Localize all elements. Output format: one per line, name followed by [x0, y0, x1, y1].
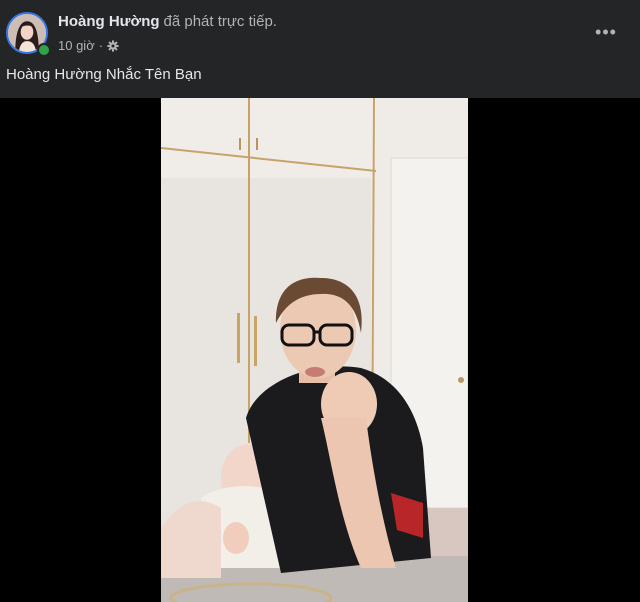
post-timestamp[interactable]: 10 giờ	[58, 38, 95, 53]
post-title-line: Hoàng Hường đã phát trực tiếp.	[58, 13, 277, 30]
post-header: Hoàng Hườngđã phát trực tiếp. 10 giờ ·	[0, 0, 640, 64]
author-name[interactable]: Hoàng Hường	[58, 13, 160, 30]
post-action-text: đã phát trực tiếp.	[163, 13, 277, 30]
online-status-dot	[37, 43, 51, 57]
video-still-image	[161, 98, 468, 602]
live-video-post: Hoàng Hườngđã phát trực tiếp. 10 giờ ·	[0, 0, 640, 602]
more-options-icon[interactable]: •••	[592, 18, 620, 46]
gear-icon[interactable]	[107, 39, 119, 52]
post-meta: 10 giờ ·	[58, 38, 119, 53]
meta-separator: ·	[98, 38, 104, 53]
live-video-frame[interactable]	[161, 98, 468, 602]
post-caption: Hoàng Hường Nhắc Tên Bạn	[6, 66, 202, 83]
video-player[interactable]	[0, 98, 640, 602]
